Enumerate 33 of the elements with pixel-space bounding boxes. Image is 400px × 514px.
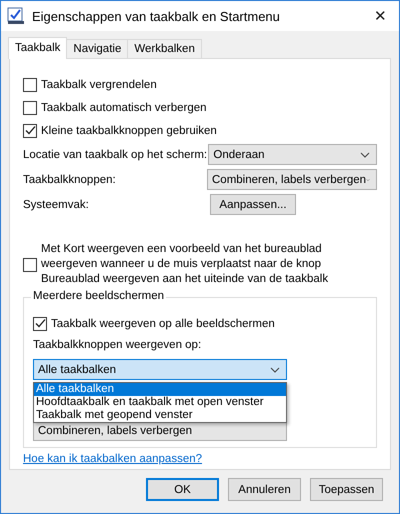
taskbar-properties-icon xyxy=(7,7,25,25)
field-label: Taakbalkknoppen weergeven op: xyxy=(33,339,202,353)
dropdown-option[interactable]: Alle taakbalken xyxy=(34,383,286,396)
field-label: Systeemvak: xyxy=(23,198,90,210)
window-title: Eigenschappen van taakbalk en Startmenu xyxy=(32,8,280,24)
checkbox[interactable] xyxy=(23,78,37,92)
chevron-icon xyxy=(360,152,370,158)
dropdown[interactable]: Combineren, labels verbergen xyxy=(207,169,377,190)
checkbox[interactable] xyxy=(23,100,37,114)
customize-button[interactable]: Aanpassen... xyxy=(210,194,296,215)
group-legend: Meerdere beeldschermen xyxy=(31,290,166,302)
checkbox[interactable] xyxy=(23,124,37,138)
field-label: Taakbalkknoppen: xyxy=(23,174,117,186)
dropdown[interactable]: Alle taakbalken xyxy=(33,359,287,380)
checkbox[interactable] xyxy=(33,316,47,330)
dialog-button[interactable]: Toepassen xyxy=(310,478,383,501)
checkbox-label: Taakbalk automatisch verbergen xyxy=(41,102,207,114)
field-label: Locatie van taakbalk op het scherm: xyxy=(23,148,208,160)
dialog-button[interactable]: OK xyxy=(146,478,219,501)
tab[interactable]: Werkbalken xyxy=(127,39,202,58)
checkbox-label: Taakbalk vergrendelen xyxy=(41,78,157,90)
checkbox-label: Met Kort weergeven een voorbeeld van het bureaublad weergeven wanneer u de muis verplaatst naar de knop Bureaublad weergeven aan het uiteinde van de taakbalk xyxy=(41,242,330,287)
tab[interactable]: Taakbalk xyxy=(8,37,68,59)
checkbox-label: Kleine taakbalkknoppen gebruiken xyxy=(41,124,217,136)
checkbox[interactable] xyxy=(23,258,37,272)
dropdown-option[interactable]: Taakbalk met geopend venster xyxy=(34,409,286,422)
chevron-icon xyxy=(270,366,280,372)
close-icon[interactable]: ✕ xyxy=(374,7,387,25)
dropdown[interactable]: Onderaan xyxy=(208,144,377,165)
dropdown-option[interactable]: Hoofdtaakbalk en taakbalk met open venster xyxy=(34,396,286,409)
checkbox-label: Taakbalk weergeven op alle beeldschermen xyxy=(51,318,275,330)
dialog-button[interactable]: Annuleren xyxy=(228,478,301,501)
help-link[interactable]: Hoe kan ik taakbalken aanpassen? xyxy=(23,453,202,465)
